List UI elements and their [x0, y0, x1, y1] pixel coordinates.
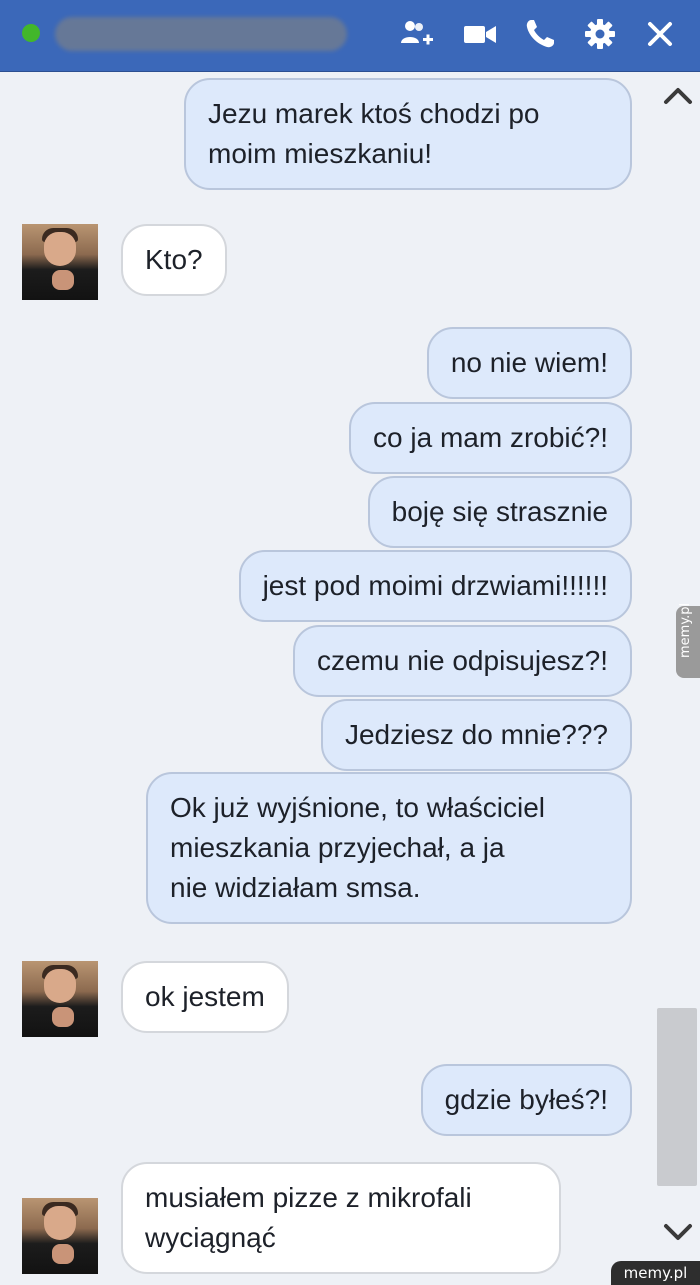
- online-status-dot: [22, 24, 40, 42]
- phone-call-icon[interactable]: [522, 16, 558, 52]
- incoming-message[interactable]: ok jestem: [121, 961, 289, 1033]
- message-line: wyciągnąć: [145, 1222, 276, 1253]
- message-line: co ja mam zrobić?!: [373, 422, 608, 453]
- outgoing-message[interactable]: boję się strasznie: [367, 476, 632, 548]
- outgoing-message[interactable]: gdzie byłeś?!: [420, 1064, 632, 1136]
- incoming-message[interactable]: musiałem pizze z mikrofali wyciągnąć: [121, 1162, 561, 1274]
- side-watermark-text: memy.pl: [678, 602, 693, 658]
- message-line: moim mieszkaniu!: [208, 138, 433, 169]
- message-list[interactable]: Jezu marek ktoś chodzi po moim mieszkani…: [0, 72, 700, 1285]
- message-line: Jezu marek ktoś chodzi po: [208, 98, 540, 129]
- message-line: czemu nie odpisujesz?!: [316, 645, 608, 676]
- outgoing-message[interactable]: no nie wiem!: [426, 327, 632, 399]
- friend-avatar[interactable]: [22, 224, 98, 300]
- message-line: jest pod moimi drzwiami!!!!!!: [262, 570, 608, 601]
- message-line: gdzie byłeś?!: [444, 1084, 608, 1115]
- message-line: Ok już wyjśnione, to właściciel: [170, 792, 546, 823]
- chat-header: [0, 0, 700, 72]
- outgoing-message[interactable]: Jedziesz do mnie???: [320, 699, 632, 771]
- incoming-message[interactable]: Kto?: [121, 224, 227, 296]
- scrollbar-thumb[interactable]: [657, 1008, 697, 1186]
- message-line: musiałem pizze z mikrofali: [145, 1182, 472, 1213]
- outgoing-message[interactable]: co ja mam zrobić?!: [349, 402, 632, 474]
- message-line: ok jestem: [145, 981, 265, 1012]
- outgoing-message[interactable]: czemu nie odpisujesz?!: [292, 625, 632, 697]
- message-line: mieszkania przyjechał, a ja: [170, 832, 505, 863]
- outgoing-message[interactable]: jest pod moimi drzwiami!!!!!!: [238, 550, 632, 622]
- outgoing-message[interactable]: Ok już wyjśnione, to właściciel mieszkan…: [146, 772, 632, 924]
- side-watermark: memy.pl: [676, 602, 700, 678]
- add-people-icon[interactable]: [398, 16, 434, 52]
- bottom-watermark: memy.pl: [611, 1261, 700, 1285]
- message-line: Kto?: [145, 244, 203, 275]
- scroll-up-chevron-icon[interactable]: [660, 78, 696, 114]
- message-line: no nie wiem!: [450, 347, 608, 378]
- video-call-icon[interactable]: [462, 16, 498, 52]
- message-line: Jedziesz do mnie???: [344, 719, 608, 750]
- message-line: nie widziałam smsa.: [170, 872, 421, 903]
- outgoing-message[interactable]: Jezu marek ktoś chodzi po moim mieszkani…: [184, 78, 632, 190]
- close-icon[interactable]: [642, 16, 678, 52]
- message-line: boję się strasznie: [391, 496, 608, 527]
- settings-gear-icon[interactable]: [582, 16, 618, 52]
- friend-avatar[interactable]: [22, 1198, 98, 1274]
- scroll-down-chevron-icon[interactable]: [660, 1214, 696, 1250]
- friend-avatar[interactable]: [22, 961, 98, 1037]
- contact-name-redacted[interactable]: [55, 17, 347, 51]
